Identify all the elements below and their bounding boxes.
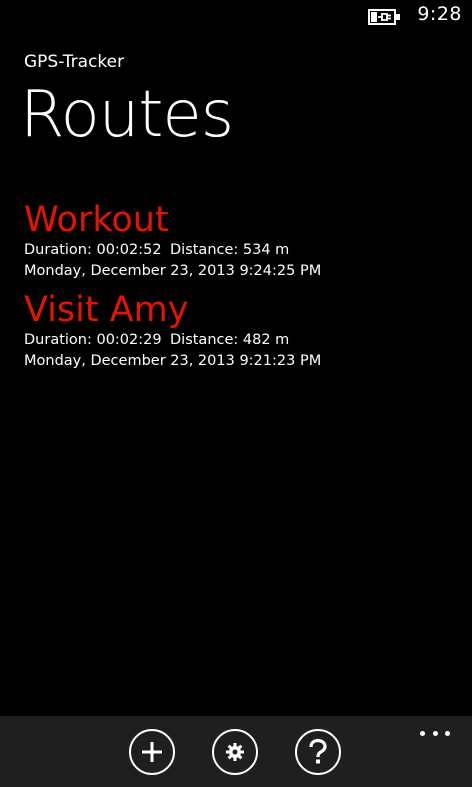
route-list: Workout Duration: 00:02:52 Distance: 534 … (24, 200, 448, 380)
help-button[interactable] (295, 729, 341, 775)
ellipsis-icon (432, 730, 438, 736)
route-name: Workout (24, 200, 169, 240)
route-duration: Duration: 00:02:52 (24, 242, 162, 258)
route-distance: Distance: 534 m (170, 242, 290, 258)
add-icon (140, 740, 164, 764)
route-duration: Duration: 00:02:29 (24, 332, 162, 348)
route-stats: Duration: 00:02:29 Distance: 482 m (24, 330, 448, 351)
route-item-workout[interactable]: Workout Duration: 00:02:52 Distance: 534 … (24, 200, 448, 282)
route-name: Visit Amy (24, 290, 189, 330)
route-date: Monday, December 23, 2013 9:21:23 PM (24, 353, 322, 369)
page-title: Routes (20, 78, 234, 152)
route-date: Monday, December 23, 2013 9:24:25 PM (24, 263, 322, 279)
settings-button[interactable] (212, 729, 258, 775)
settings-icon (224, 741, 246, 763)
route-item-visit-amy[interactable]: Visit Amy Duration: 00:02:29 Distance: 48… (24, 290, 448, 372)
status-bar: 9:28 (0, 0, 472, 32)
route-stats: Duration: 00:02:52 Distance: 534 m (24, 240, 448, 261)
add-route-button[interactable] (129, 729, 175, 775)
route-distance: Distance: 482 m (170, 332, 290, 348)
app-title: GPS-Tracker (24, 52, 125, 72)
more-options-button[interactable] (420, 728, 450, 738)
help-icon (307, 739, 329, 765)
clock: 9:28 (417, 3, 462, 25)
app-bar (0, 716, 472, 787)
ellipsis-icon (420, 730, 425, 736)
ellipsis-icon (445, 730, 450, 736)
battery-charging-icon (368, 8, 402, 26)
